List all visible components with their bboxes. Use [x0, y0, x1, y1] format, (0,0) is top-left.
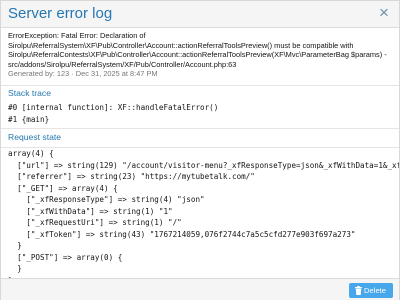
stack-trace-heading: Stack trace	[8, 88, 51, 98]
stack-trace-line: #0 [internal function]: XF::handleFatalE…	[8, 103, 219, 112]
request-state-heading: Request state	[8, 132, 62, 142]
request-state-line: ["_POST"] => array(0) {	[8, 252, 123, 262]
request-state-line: ["url"] => string(129) "/account/visitor…	[8, 160, 399, 170]
request-state-scroll-area[interactable]: array(4) { ["url"] => string(129) "/acco…	[1, 147, 399, 278]
request-state-line: ["_xfResponseType"] => string(4) "json"	[8, 195, 205, 204]
request-state-line: ["_xfRequestUri"] => string(1) "/"	[8, 218, 182, 227]
delete-button-label: Delete	[364, 286, 386, 295]
request-state-line: array(4) {	[8, 149, 54, 158]
divider	[1, 128, 399, 129]
close-icon[interactable]: ×	[376, 4, 392, 22]
error-meta: Generated by: 123 · Dec 31, 2025 at 8:47…	[8, 69, 158, 79]
error-line: Sirolpu\ReferralSystem\XF\Pub\Controller…	[8, 40, 354, 50]
error-line: ErrorException: Fatal Error: Declaration…	[8, 31, 146, 40]
delete-button[interactable]: Delete	[349, 283, 393, 298]
request-state-line: }	[8, 264, 22, 273]
error-line: Sirolpu\ReferralContests\XF\Pub\Controll…	[8, 50, 387, 60]
stack-trace-line: #1 {main}	[8, 115, 50, 124]
request-state-line: }	[8, 241, 22, 250]
dialog-title: Server error log	[8, 5, 113, 22]
server-error-log-dialog: Server error log × ErrorException: Fatal…	[0, 0, 400, 300]
request-state-line: ["_xfToken"] => string(43) "1767214059,0…	[8, 229, 356, 239]
trash-icon	[355, 283, 364, 300]
request-state-code: array(4) { ["url"] => string(129) "/acco…	[8, 148, 399, 278]
request-state-line: ["referrer"] => string(23) "https://mytu…	[8, 172, 255, 181]
stack-trace: #0 [internal function]: XF::handleFatalE…	[8, 102, 218, 126]
divider	[1, 85, 399, 86]
dialog-header: Server error log ×	[1, 1, 399, 28]
error-line: src/addons/Sirolpu/ReferralSystem/XF/Pub…	[8, 59, 237, 69]
request-state-line: ["_xfWithData"] => string(1) "1"	[8, 206, 173, 216]
error-message: ErrorException: Fatal Error: Declaration…	[8, 31, 394, 79]
request-state-line: ["_GET"] => array(4) {	[8, 183, 118, 193]
dialog-footer: Delete	[1, 278, 399, 300]
